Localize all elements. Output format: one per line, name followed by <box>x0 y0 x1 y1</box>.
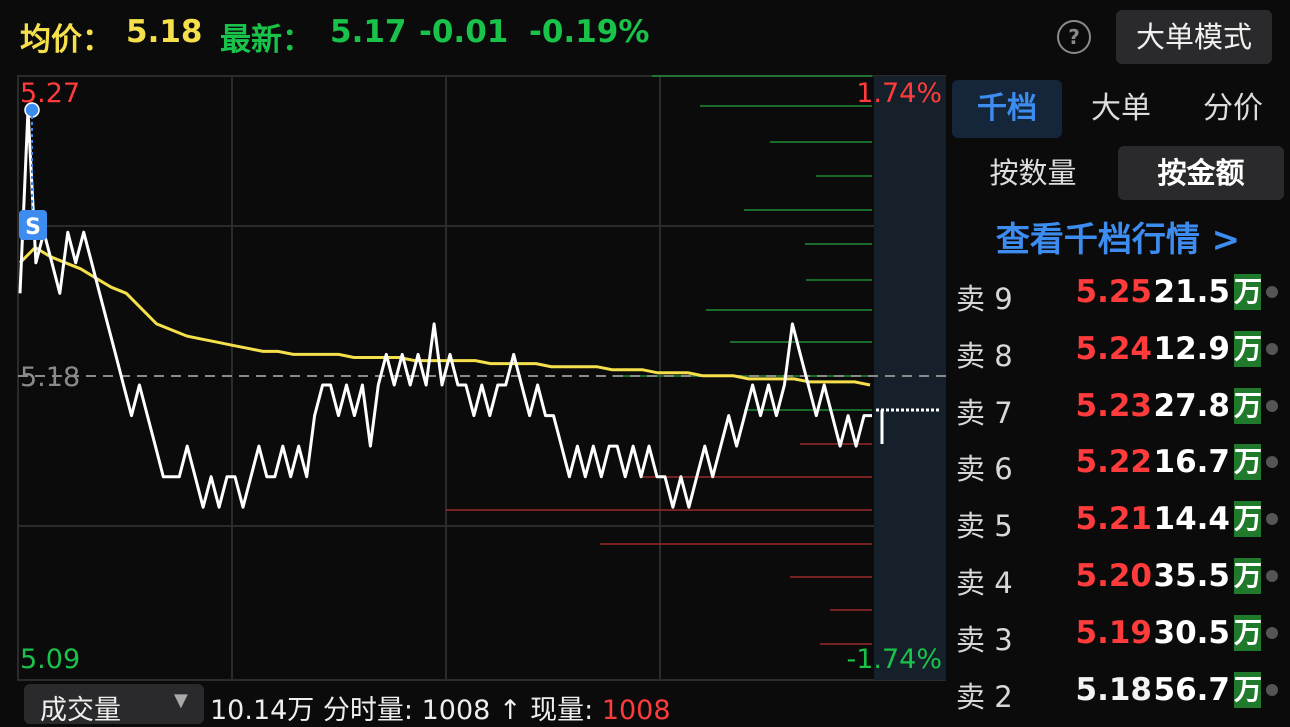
chevron-down-icon: ▼ <box>174 690 188 711</box>
ask-level-label: 卖 6 <box>956 452 1013 487</box>
level-dot-icon <box>1266 399 1278 412</box>
ask-level-label: 卖 9 <box>956 282 1013 316</box>
volume-summary: 10.14万 分时量: 1008 ↑ 现量: 1008 <box>210 688 671 727</box>
indicator-selector-label: 成交量 <box>40 695 121 726</box>
amount-unit: 万 <box>1234 671 1263 708</box>
ask-price: 5.19 <box>1075 614 1153 651</box>
tab-price-distribution[interactable]: 分价 <box>1178 80 1288 138</box>
avg-price-value: 5.18 <box>126 14 203 50</box>
pct-low-label: -1.74% <box>846 644 942 675</box>
level-dot-icon <box>1266 342 1278 355</box>
view-level-quotes-link[interactable]: 查看千档行情 > <box>946 212 1290 261</box>
level-dot-icon <box>1266 456 1278 469</box>
big-order-mode-button[interactable]: 大单模式 <box>1116 10 1272 64</box>
quote-header: 均价： 5.18 最新： 5.17 -0.01 -0.19% ? 大单模式 <box>0 0 1290 72</box>
current-volume-value: 1008 <box>601 695 671 726</box>
level-dot-icon <box>1266 626 1278 639</box>
level-dot-icon <box>1266 570 1278 582</box>
level-dot-icon <box>1266 513 1278 526</box>
unit-toggle: 按数量 按金额 <box>946 146 1290 200</box>
ask-price: 5.18 <box>1075 671 1153 708</box>
ask-level-label: 卖 4 <box>956 566 1013 600</box>
ask-level-row[interactable]: 卖 6 5.22 16.7 万 <box>946 438 1290 494</box>
level-dot-icon <box>1266 286 1278 298</box>
ask-amount: 30.5 <box>1153 614 1231 651</box>
ask-price: 5.23 <box>1075 387 1153 424</box>
price-high-label: 5.27 <box>20 78 80 109</box>
tab-thousand-levels[interactable]: 千档 <box>952 80 1062 138</box>
ask-price: 5.20 <box>1075 558 1153 594</box>
ask-price: 5.21 <box>1075 501 1153 538</box>
ask-price: 5.22 <box>1075 444 1153 481</box>
avg-price-label: 均价： <box>20 22 113 58</box>
ask-amount: 12.9 <box>1153 330 1231 367</box>
help-icon[interactable]: ? <box>1057 20 1091 54</box>
ask-amount: 21.5 <box>1153 274 1231 310</box>
volume-up-arrow: ↑ <box>498 695 522 726</box>
amount-unit: 万 <box>1234 444 1263 481</box>
ask-level-row[interactable]: 卖 3 5.19 30.5 万 <box>946 609 1290 665</box>
ask-amount: 27.8 <box>1153 387 1231 424</box>
minute-volume-label: 分时量: <box>322 695 413 726</box>
ask-level-row[interactable]: 卖 7 5.23 27.8 万 <box>946 382 1290 438</box>
price-change: -0.01 <box>419 14 509 50</box>
sell-signal-label: S <box>25 215 41 240</box>
intraday-chart[interactable]: S 5.27 5.18 5.09 1.74% -1.74% <box>0 72 946 684</box>
level-dot-icon <box>1266 683 1278 696</box>
amount-unit: 万 <box>1234 501 1263 538</box>
price-ref-label: 5.18 <box>20 362 80 393</box>
ask-level-label: 卖 8 <box>956 338 1013 373</box>
ask-amount: 35.5 <box>1153 558 1231 594</box>
minute-volume-value: 1008 <box>421 695 491 726</box>
indicator-selector[interactable]: 成交量 ▼ <box>24 684 204 726</box>
ask-level-row[interactable]: 卖 9 5.25 21.5 万 <box>946 268 1290 324</box>
price-low-label: 5.09 <box>20 644 80 675</box>
current-volume-label: 现量: <box>530 695 594 726</box>
ask-amount: 56.7 <box>1153 671 1231 708</box>
price-change-pct: -0.19% <box>529 14 650 50</box>
amount-unit: 万 <box>1234 614 1263 651</box>
ask-amount: 14.4 <box>1153 501 1231 538</box>
amount-unit: 万 <box>1234 387 1263 424</box>
ask-level-label: 卖 5 <box>956 509 1013 544</box>
latest-price-value: 5.17 <box>330 14 407 50</box>
ask-level-row[interactable]: 卖 4 5.20 35.5 万 <box>946 552 1290 608</box>
ask-level-label: 卖 3 <box>956 622 1013 657</box>
amount-unit: 万 <box>1234 330 1263 367</box>
ask-price: 5.24 <box>1075 330 1153 367</box>
ask-price: 5.25 <box>1075 274 1153 310</box>
amount-unit: 万 <box>1234 274 1263 310</box>
by-amount-button[interactable]: 按金额 <box>1118 146 1284 200</box>
pct-high-label: 1.74% <box>856 78 942 109</box>
ask-amount: 16.7 <box>1153 444 1231 481</box>
ask-level-row[interactable]: 卖 8 5.24 12.9 万 <box>946 325 1290 381</box>
by-quantity-button[interactable]: 按数量 <box>950 146 1116 200</box>
amount-unit: 万 <box>1234 558 1263 594</box>
after-hours-zone <box>874 76 946 680</box>
ask-level-label: 卖 2 <box>956 679 1013 714</box>
ask-level-row[interactable]: 卖 5 5.21 14.4 万 <box>946 495 1290 551</box>
tab-big-orders[interactable]: 大单 <box>1066 80 1176 138</box>
latest-price-label: 最新： <box>220 22 313 58</box>
total-volume: 10.14万 <box>210 695 315 726</box>
ask-level-row[interactable]: 卖 2 5.18 56.7 万 <box>946 666 1290 722</box>
order-book-tabs: 千档 大单 分价 <box>950 80 1290 138</box>
ask-level-label: 卖 7 <box>956 395 1013 430</box>
volume-bar: 成交量 ▼ 10.14万 分时量: 1008 ↑ 现量: 1008 <box>0 684 946 726</box>
order-book-panel: 千档 大单 分价 按数量 按金额 查看千档行情 > 卖 9 5.25 21.5 万卖 … <box>946 72 1290 714</box>
